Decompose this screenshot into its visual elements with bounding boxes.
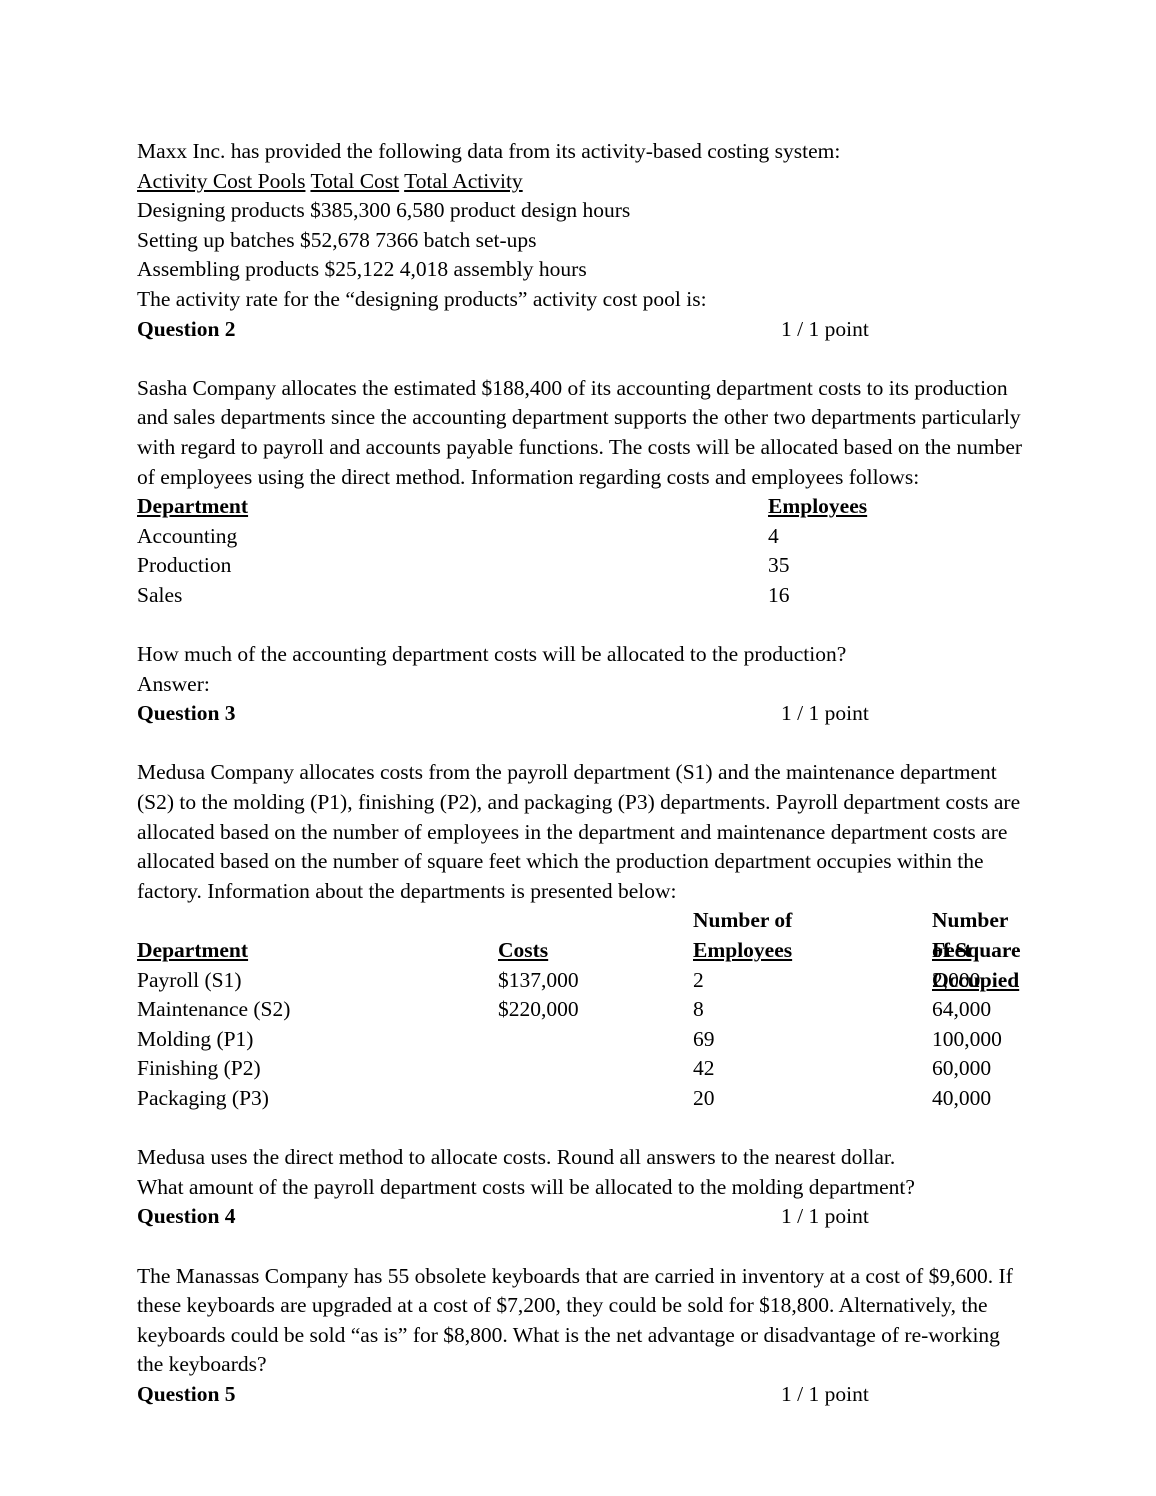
medusa-employee-count: 8 [693,997,704,1022]
question-4-paragraph: The Manassas Company has 55 obsolete key… [137,1263,1013,1377]
question-3-closing-line-2: What amount of the payroll department co… [137,1174,915,1199]
activity-rate-question: The activity rate for the “designing pro… [137,286,707,311]
medusa-square-feet: 64,000 [932,997,992,1022]
medusa-square-feet: 2,000 [932,967,981,992]
question-3-closing-line-1: Medusa uses the direct method to allocat… [137,1145,896,1170]
medusa-square-feet: 100,000 [932,1026,1002,1051]
activity-row-designing: Designing products $385,300 6,580 produc… [137,198,631,223]
table-row: Payroll (S1) $137,000 2 2,000 [137,966,1023,996]
medusa-square-feet: 40,000 [932,1086,992,1110]
sasha-table-header-row: Department Employees [137,492,1023,522]
medusa-employee-count: 20 [693,1086,715,1110]
medusa-table-header-bottom-row: Department Costs Employees Feet Occupied [137,936,1023,992]
sasha-department-name: Production [137,553,232,578]
table-row: Finishing (P2) 42 60,000 [137,1054,1023,1084]
question-2-paragraph: Sasha Company allocates the estimated $1… [137,375,1023,489]
medusa-department-name: Molding (P1) [137,1026,254,1051]
question-4-label: Question 4 [137,1204,236,1229]
question-5-label: Question 5 [137,1381,236,1406]
col-header-activity-cost-pools: Activity Cost Pools [137,168,306,193]
medusa-employee-count: 69 [693,1026,715,1051]
sasha-department-name: Accounting [137,523,238,548]
sasha-col-header-employees: Employees [768,494,868,519]
question-2-points: 1 / 1 point [781,316,869,341]
sasha-employee-count: 4 [768,523,779,548]
table-row: Molding (P1) 69 100,000 [137,1025,1023,1055]
sasha-employee-count: 16 [768,582,790,607]
medusa-department-name: Maintenance (S2) [137,997,291,1022]
table-row: Accounting 4 [137,522,1023,552]
question-4-points: 1 / 1 point [781,1204,869,1229]
medusa-department-name: Packaging (P3) [137,1086,269,1110]
question-5-heading: Question 5 1 / 1 point [137,1380,1023,1410]
activity-row-assembling: Assembling products $25,122 4,018 assemb… [137,257,587,282]
table-row: Packaging (P3) 20 40,000 [137,1084,1023,1114]
document-page: Maxx Inc. has provided the following dat… [0,0,1156,1496]
activity-row-setting-up: Setting up batches $52,678 7366 batch se… [137,227,537,252]
medusa-cost-value: $137,000 [498,967,579,992]
col-header-total-activity: Total Activity [404,168,523,193]
col-header-total-cost: Total Cost [310,168,400,193]
question-3-heading: Question 3 1 / 1 point [137,699,1023,729]
question-3-points: 1 / 1 point [781,701,869,726]
medusa-col-header-number-of: Number of [693,908,793,933]
question-3-label: Question 3 [137,701,236,726]
question-4-heading: Question 4 1 / 1 point [137,1202,1023,1232]
table-row: Production 35 [137,551,1023,581]
medusa-employee-count: 42 [693,1056,715,1081]
intro-line: Maxx Inc. has provided the following dat… [137,139,841,163]
sasha-employee-count: 35 [768,553,790,578]
medusa-cost-value: $220,000 [498,997,579,1022]
table-row: Sales 16 [137,581,1023,611]
medusa-col-header-department: Department [137,938,249,963]
question-2-label: Question 2 [137,316,236,341]
medusa-table-header-top-row: Number of Number of Square [137,906,1023,962]
question-5-points: 1 / 1 point [781,1381,869,1406]
table-row: Maintenance (S2) $220,000 8 64,000 [137,995,1023,1025]
medusa-department-name: Finishing (P2) [137,1056,261,1081]
medusa-department-name: Payroll (S1) [137,967,242,992]
activity-cost-pools-header-line: Activity Cost Pools Total Cost Total Act… [137,167,1023,197]
sasha-col-header-department: Department [137,494,249,519]
question-2-heading: Question 2 1 / 1 point [137,315,1023,345]
medusa-employee-count: 2 [693,967,704,992]
medusa-square-feet: 60,000 [932,1056,992,1081]
sasha-department-name: Sales [137,582,183,607]
document-body: Maxx Inc. has provided the following dat… [137,137,1023,1410]
medusa-col-header-costs: Costs [498,938,549,963]
question-2-answer-label: Answer: [137,671,210,696]
question-2-prompt: How much of the accounting department co… [137,642,847,667]
question-3-paragraph: Medusa Company allocates costs from the … [137,760,1021,903]
medusa-col-header-employees: Employees [693,938,793,963]
